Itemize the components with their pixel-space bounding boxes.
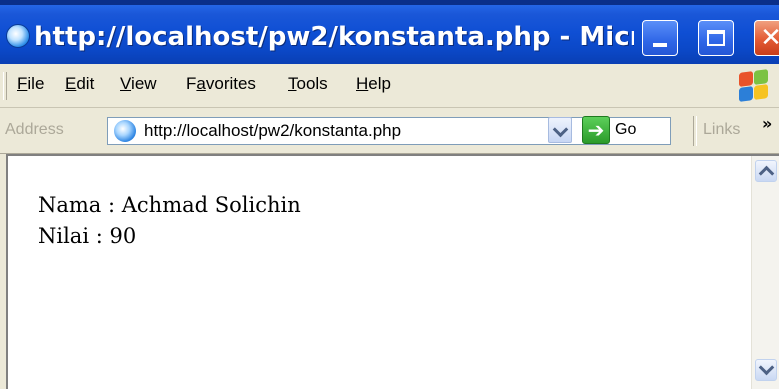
address-label: Address bbox=[5, 121, 64, 138]
close-button[interactable]: ✕ bbox=[754, 20, 779, 56]
windows-logo-icon bbox=[736, 69, 770, 103]
scroll-down-button[interactable] bbox=[755, 359, 777, 381]
vertical-scrollbar[interactable] bbox=[751, 156, 779, 389]
minimize-button[interactable] bbox=[642, 20, 678, 56]
address-bar: Address http://localhost/pw2/konstanta.p… bbox=[0, 108, 779, 154]
menu-file[interactable]: File bbox=[17, 74, 44, 94]
ie-icon[interactable] bbox=[6, 24, 30, 48]
menu-view[interactable]: View bbox=[120, 74, 157, 94]
menu-bar: File Edit View Favorites Tools Help bbox=[0, 64, 779, 108]
title-bar[interactable]: http://localhost/pw2/konstanta.php - Mic… bbox=[0, 0, 779, 65]
menu-edit[interactable]: Edit bbox=[65, 74, 94, 94]
window-title: http://localhost/pw2/konstanta.php - Mic… bbox=[34, 22, 634, 52]
close-icon: ✕ bbox=[760, 23, 779, 53]
menu-help[interactable]: Help bbox=[356, 74, 391, 94]
address-url[interactable]: http://localhost/pw2/konstanta.php bbox=[144, 121, 401, 141]
scroll-up-button[interactable] bbox=[755, 160, 777, 182]
toolbar-grip[interactable] bbox=[3, 72, 7, 100]
minimize-icon bbox=[653, 43, 667, 47]
page-content: Nama : Achmad Solichin Nilai : 90 bbox=[0, 154, 779, 389]
maximize-button[interactable] bbox=[698, 20, 734, 56]
title-bar-edge bbox=[0, 0, 779, 5]
chevron-down-icon bbox=[552, 121, 569, 138]
nama-line: Nama : Achmad Solichin bbox=[38, 193, 301, 217]
arrow-right-icon: ➔ bbox=[587, 118, 605, 142]
toolbar-separator bbox=[693, 116, 697, 146]
maximize-icon bbox=[707, 30, 725, 46]
address-dropdown-button[interactable] bbox=[548, 117, 572, 143]
page-icon bbox=[114, 120, 136, 142]
page-text: Nama : Achmad Solichin Nilai : 90 bbox=[38, 190, 301, 252]
go-label[interactable]: Go bbox=[615, 121, 636, 139]
links-label[interactable]: Links bbox=[703, 121, 740, 139]
menu-favorites[interactable]: Favorites bbox=[186, 74, 256, 94]
go-button[interactable]: ➔ bbox=[582, 116, 610, 144]
nilai-line: Nilai : 90 bbox=[38, 224, 137, 248]
chevron-down-icon bbox=[758, 359, 775, 376]
chevron-up-icon bbox=[758, 165, 775, 182]
more-chevron[interactable]: » bbox=[762, 114, 772, 133]
menu-tools[interactable]: Tools bbox=[288, 74, 328, 94]
